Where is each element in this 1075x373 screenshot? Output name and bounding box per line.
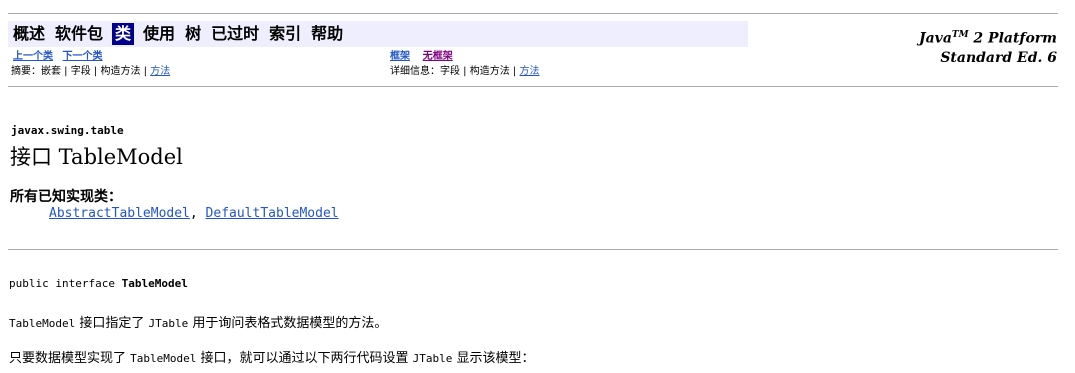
summary-constructor: 构造方法 <box>100 66 141 77</box>
next-class-link[interactable]: 下一个类 <box>63 51 103 62</box>
separator: | <box>90 66 101 77</box>
interface-declaration: public interface TableModel <box>9 277 188 290</box>
no-frames-link[interactable]: 无框架 <box>423 51 453 62</box>
nav-class: 类 <box>112 23 135 45</box>
text: 接口，就可以通过以下两行代码设置 <box>196 351 413 366</box>
text: 接口指定了 <box>75 316 149 331</box>
text: 显示该模型： <box>452 351 535 366</box>
package-name: javax.swing.table <box>11 124 124 137</box>
declaration-name: TableModel <box>121 277 188 290</box>
text: 只要数据模型实现了 <box>9 351 131 366</box>
separator: | <box>460 66 470 77</box>
code-tablemodel: TableModel <box>9 317 76 330</box>
nav-overview[interactable]: 概述 <box>12 23 46 45</box>
content-divider <box>8 249 1058 250</box>
nav-items: 概述 软件包类使用树已过时 索引 帮助 <box>12 23 344 45</box>
default-table-model-link[interactable]: DefaultTableModel <box>206 206 339 221</box>
separator: | <box>509 66 520 77</box>
platform-edition: Standard Ed. 6 <box>940 49 1057 66</box>
summary-nested: 嵌套 <box>41 66 61 77</box>
platform-java: Java <box>918 30 952 47</box>
nav-divider <box>8 86 1058 87</box>
separator: | <box>140 66 151 77</box>
top-divider <box>8 13 1058 14</box>
prev-class-link[interactable]: 上一个类 <box>13 51 53 62</box>
summary-nav: 摘要：嵌套 | 字段 | 构造方法 | 方法 <box>11 65 170 79</box>
summary-field: 字段 <box>70 66 91 77</box>
platform-tm: TM <box>951 30 969 40</box>
nav-help[interactable]: 帮助 <box>310 23 344 45</box>
nav-package[interactable]: 软件包 <box>54 23 104 45</box>
description-paragraph-2: 只要数据模型实现了 TableModel 接口，就可以通过以下两行代码设置 JT… <box>9 347 535 366</box>
code-tablemodel: TableModel <box>130 352 197 365</box>
summary-label: 摘要： <box>11 66 41 77</box>
separator: | <box>61 66 71 77</box>
page-title: 接口 TableModel <box>10 145 183 169</box>
implementing-classes-label: 所有已知实现类： <box>10 189 122 205</box>
detail-method-link[interactable]: 方法 <box>519 66 539 77</box>
text: 用于询问表格式数据模型的方法。 <box>188 316 388 331</box>
summary-method-link[interactable]: 方法 <box>150 66 170 77</box>
platform-label: JavaTM 2 Platform Standard Ed. 6 <box>919 26 1057 68</box>
detail-constructor: 构造方法 <box>469 66 510 77</box>
detail-field: 字段 <box>440 66 460 77</box>
abstract-table-model-link[interactable]: AbstractTableModel <box>49 206 190 221</box>
list-separator: , <box>189 206 206 221</box>
detail-label: 详细信息： <box>390 66 440 77</box>
class-nav: 上一个类 下一个类 <box>13 50 103 64</box>
declaration-prefix: public interface <box>9 277 122 290</box>
nav-index[interactable]: 索引 <box>268 23 302 45</box>
implementing-classes-list: AbstractTableModel, DefaultTableModel <box>49 206 339 221</box>
code-jtable: JTable <box>148 317 189 330</box>
navigation-bar: 概述 软件包类使用树已过时 索引 帮助 <box>8 21 748 47</box>
frames-link[interactable]: 框架 <box>390 51 410 62</box>
platform-version: 2 Platform <box>968 30 1057 47</box>
frames-nav: 框架 无框架 <box>390 50 453 64</box>
nav-use[interactable]: 使用 <box>142 23 176 45</box>
code-jtable: JTable <box>412 352 453 365</box>
nav-deprecated[interactable]: 已过时 <box>210 23 260 45</box>
description-paragraph-1: TableModel 接口指定了 JTable 用于询问表格式数据模型的方法。 <box>9 312 387 331</box>
nav-tree[interactable]: 树 <box>184 23 202 45</box>
javadoc-page: 概述 软件包类使用树已过时 索引 帮助 JavaTM 2 Platform Stand… <box>0 0 1075 373</box>
detail-nav: 详细信息：字段 | 构造方法 | 方法 <box>390 65 539 79</box>
